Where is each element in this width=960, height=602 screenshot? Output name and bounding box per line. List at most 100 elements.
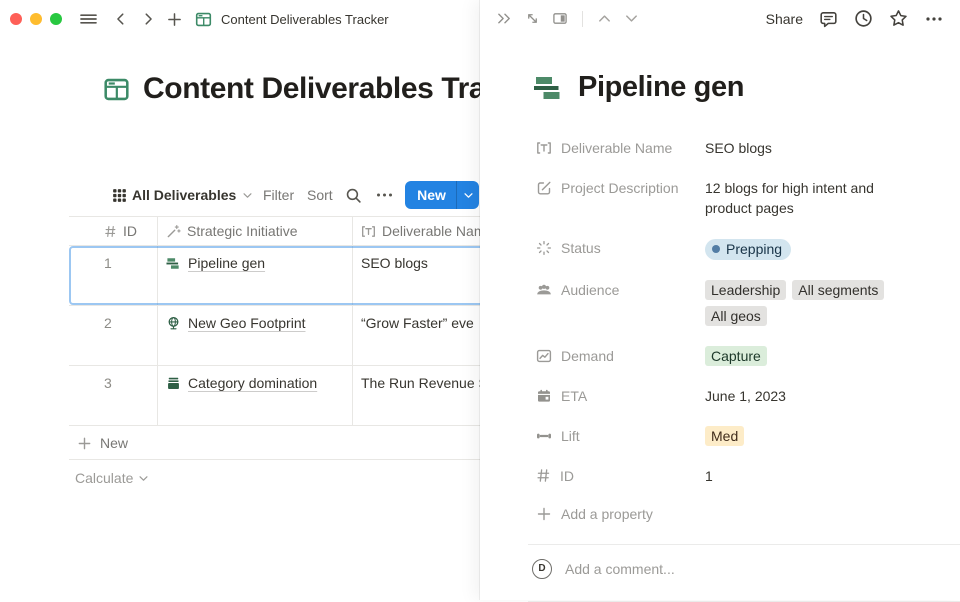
panel-topbar-left — [496, 11, 639, 27]
search-icon[interactable] — [345, 180, 362, 210]
table-new-row-button[interactable]: New — [69, 427, 480, 460]
back-icon[interactable] — [114, 12, 128, 26]
calendar-icon — [536, 388, 552, 404]
property-value[interactable]: Prepping — [705, 238, 944, 260]
page-title[interactable]: Content Deliverables Tracker — [143, 72, 480, 106]
record-title[interactable]: Pipeline gen — [578, 71, 744, 104]
table-view-icon — [112, 188, 127, 203]
view-options-icon[interactable] — [375, 180, 394, 210]
filter-button[interactable]: Filter — [263, 180, 294, 210]
close-peek-icon[interactable] — [496, 11, 513, 26]
property-label[interactable]: Lift — [536, 426, 705, 446]
record-link[interactable]: Category domination — [188, 375, 317, 391]
add-property-button[interactable]: Add a property — [536, 496, 944, 532]
property-value[interactable]: SEO blogs — [705, 138, 944, 158]
view-toolbar: All Deliverables Filter Sort New — [0, 180, 480, 210]
tag[interactable]: All geos — [705, 306, 767, 326]
plus-icon — [77, 436, 92, 451]
comment-section-divider — [528, 544, 960, 545]
forward-icon[interactable] — [141, 12, 155, 26]
favorite-star-icon[interactable] — [889, 9, 908, 28]
more-options-icon[interactable] — [924, 11, 944, 27]
cell-deliverable[interactable]: SEO blogs — [353, 246, 480, 305]
status-burst-icon — [536, 240, 552, 256]
pipeline-bars-icon[interactable] — [534, 74, 564, 102]
property-value[interactable]: Leadership All segments All geos — [705, 280, 944, 326]
history-clock-icon[interactable] — [854, 9, 873, 28]
cell-id[interactable]: 3 — [69, 366, 158, 425]
cell-id[interactable]: 2 — [69, 306, 158, 365]
cell-initiative[interactable]: Category domination — [158, 366, 353, 425]
property-value[interactable]: Capture — [705, 346, 944, 366]
tag[interactable]: Capture — [705, 346, 767, 366]
view-switcher[interactable]: All Deliverables — [112, 180, 253, 210]
window-titlebar: Content Deliverables Tracker — [0, 0, 480, 38]
property-label[interactable]: Audience — [536, 280, 705, 300]
new-record-dropdown-button[interactable] — [456, 181, 479, 209]
new-record-button[interactable]: New — [405, 187, 456, 203]
expand-full-page-icon[interactable] — [525, 11, 540, 26]
table-row[interactable]: 1 Pipeline gen SEO blogs — [69, 246, 480, 306]
column-header-deliverable[interactable]: Deliverable Name — [353, 217, 480, 245]
panel-topbar: Share — [480, 0, 960, 37]
title-property-icon — [361, 224, 376, 239]
main-pane: Content Deliverables Tracker Content Del… — [0, 0, 480, 600]
chevron-down-icon — [138, 473, 149, 484]
page-icon[interactable] — [103, 76, 130, 103]
cell-id[interactable]: 1 — [69, 246, 158, 305]
hash-icon — [536, 468, 551, 483]
add-comment-input[interactable]: Add a comment... — [565, 561, 675, 577]
calculate-button[interactable]: Calculate — [75, 466, 149, 490]
property-label[interactable]: ETA — [536, 386, 705, 406]
status-label: Prepping — [726, 239, 782, 259]
panel-topbar-right: Share — [766, 9, 944, 28]
property-value[interactable]: 12 blogs for high intent and product pag… — [705, 178, 910, 218]
column-header-id[interactable]: ID — [69, 217, 158, 245]
next-record-icon[interactable] — [624, 11, 639, 26]
previous-record-icon[interactable] — [597, 11, 612, 26]
record-link[interactable]: New Geo Footprint — [188, 315, 306, 331]
table-row[interactable]: 3 Category domination The Run Revenue S — [69, 366, 480, 426]
tag[interactable]: Med — [705, 426, 744, 446]
cell-deliverable[interactable]: “Grow Faster” eve — [353, 306, 480, 365]
new-row-label: New — [100, 435, 128, 451]
user-avatar: D — [532, 559, 552, 579]
property-name: Demand — [561, 348, 614, 364]
new-tab-icon[interactable] — [167, 12, 182, 27]
property-row-project-description: Project Description 12 blogs for high in… — [536, 168, 944, 228]
column-header-initiative[interactable]: Strategic Initiative — [158, 217, 353, 245]
property-value[interactable]: Med — [705, 426, 944, 446]
status-pill[interactable]: Prepping — [705, 239, 791, 260]
share-button[interactable]: Share — [766, 11, 803, 27]
minimize-window-button[interactable] — [30, 13, 42, 25]
property-label[interactable]: Status — [536, 238, 705, 258]
record-link[interactable]: Pipeline gen — [188, 255, 265, 271]
cell-initiative[interactable]: Pipeline gen — [158, 246, 353, 305]
table-header-row: ID Strategic Initiative Deliverable Name — [69, 216, 480, 246]
database-table: ID Strategic Initiative Deliverable Name… — [69, 216, 480, 426]
property-label[interactable]: Deliverable Name — [536, 138, 705, 158]
plus-icon — [536, 506, 552, 522]
close-window-button[interactable] — [10, 13, 22, 25]
tag-list: Leadership All segments All geos — [705, 280, 920, 326]
page-table-icon — [195, 11, 212, 28]
comments-icon[interactable] — [819, 10, 838, 28]
table-row[interactable]: 2 New Geo Footprint “Grow Faster” eve — [69, 306, 480, 366]
titlebar-page-title: Content Deliverables Tracker — [221, 12, 389, 27]
cell-deliverable[interactable]: The Run Revenue S — [353, 366, 480, 425]
property-value[interactable]: June 1, 2023 — [705, 386, 944, 406]
tag[interactable]: All segments — [792, 280, 884, 300]
tag[interactable]: Leadership — [705, 280, 786, 300]
sort-button[interactable]: Sort — [307, 180, 333, 210]
property-label[interactable]: Project Description — [536, 178, 705, 198]
property-value[interactable]: 1 — [705, 466, 944, 486]
zoom-window-button[interactable] — [50, 13, 62, 25]
sidebar-menu-icon[interactable] — [79, 11, 98, 27]
property-label[interactable]: Demand — [536, 346, 705, 366]
cell-initiative[interactable]: New Geo Footprint — [158, 306, 353, 365]
comment-row: D Add a comment... — [532, 557, 944, 581]
side-peek-mode-icon[interactable] — [552, 11, 568, 26]
window-controls — [10, 13, 62, 25]
property-label[interactable]: ID — [536, 466, 705, 486]
title-property-icon — [536, 140, 552, 156]
